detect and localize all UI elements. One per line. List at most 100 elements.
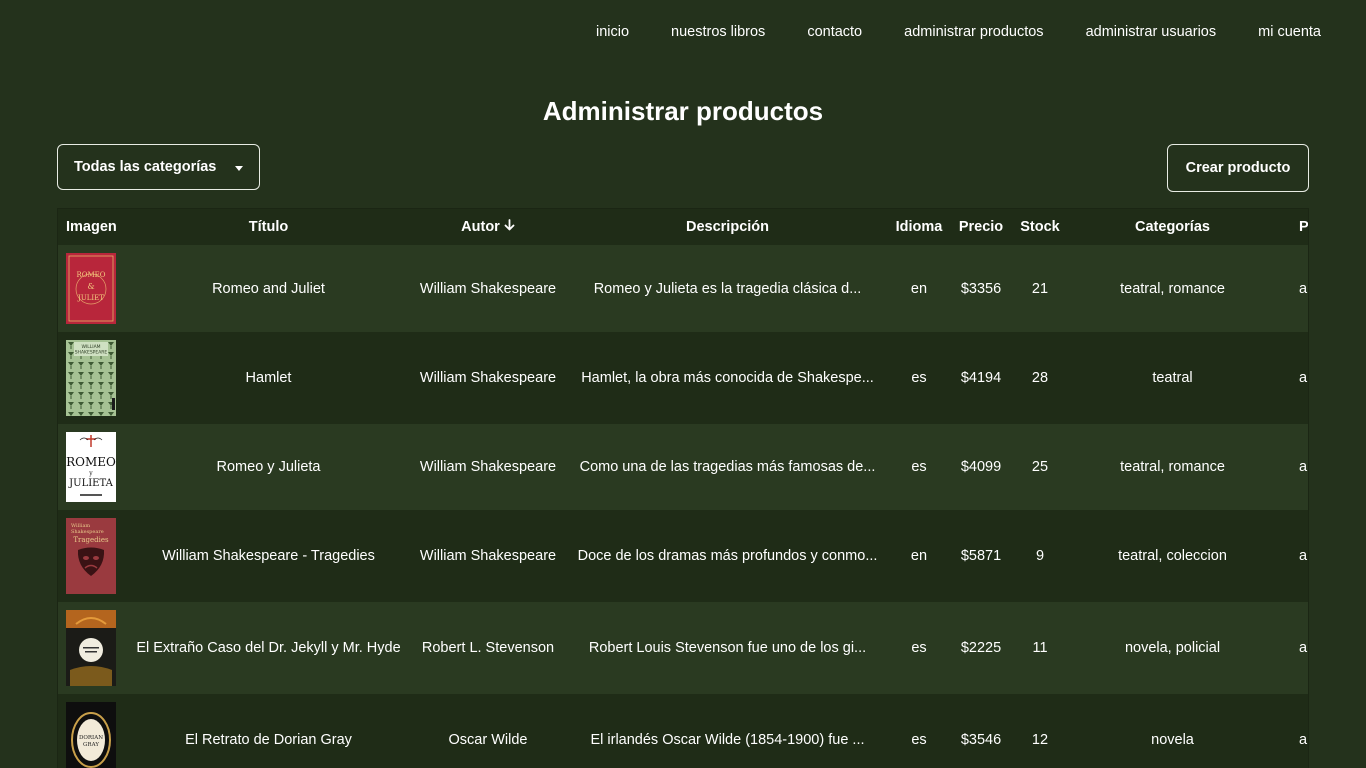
book-cover-image[interactable]: ROMEO y JULIETA bbox=[66, 432, 116, 502]
cell-extra: a bbox=[1280, 602, 1308, 694]
header-image: Imagen bbox=[58, 209, 125, 245]
cell-language: es bbox=[891, 694, 947, 768]
cell-price: $3546 bbox=[947, 694, 1015, 768]
svg-text:JULIET: JULIET bbox=[77, 294, 104, 302]
cell-title: Romeo y Julieta bbox=[125, 424, 412, 510]
svg-text:SHAKESPEARE: SHAKESPEARE bbox=[75, 350, 108, 356]
cell-description: El irlandés Oscar Wilde (1854-1900) fue … bbox=[564, 694, 891, 768]
cell-stock: 12 bbox=[1015, 694, 1065, 768]
svg-text:DORIAN: DORIAN bbox=[79, 735, 103, 741]
page-title: Administrar productos bbox=[542, 96, 824, 126]
cell-extra: a bbox=[1280, 332, 1308, 424]
table-row: WILLIAM SHAKESPEARE Hamlet William Shake… bbox=[58, 332, 1308, 424]
svg-text:y: y bbox=[88, 470, 93, 477]
cell-language: es bbox=[891, 332, 947, 424]
caret-down-icon bbox=[235, 166, 243, 171]
cell-description: Robert Louis Stevenson fue uno de los gi… bbox=[564, 602, 891, 694]
book-cover-image[interactable]: DORIAN GRAY bbox=[66, 702, 116, 768]
nav-link-nuestros-libros[interactable]: nuestros libros bbox=[671, 24, 765, 40]
table-row: DORIAN GRAY El Retrato de Dorian Gray Os… bbox=[58, 694, 1308, 768]
cell-stock: 11 bbox=[1015, 602, 1065, 694]
cell-author: William Shakespeare bbox=[412, 424, 564, 510]
header-categories[interactable]: Categorías bbox=[1065, 209, 1280, 245]
cell-extra: a bbox=[1280, 245, 1308, 332]
cell-title: William Shakespeare - Tragedies bbox=[125, 510, 412, 602]
table-header-row: Imagen Título Autor Descripción Idioma P… bbox=[58, 209, 1308, 245]
table-row: ROMEO y JULIETA Romeo y Julieta William … bbox=[58, 424, 1308, 510]
cell-categories: novela bbox=[1065, 694, 1280, 768]
svg-text:Shakespeare: Shakespeare bbox=[71, 529, 104, 535]
header-title[interactable]: Título bbox=[125, 209, 412, 245]
book-cover-image[interactable]: ROMEO & JULIET bbox=[66, 253, 116, 324]
cell-language: en bbox=[891, 510, 947, 602]
cell-title: Hamlet bbox=[125, 332, 412, 424]
cell-extra: a bbox=[1280, 424, 1308, 510]
create-product-button[interactable]: Crear producto bbox=[1167, 144, 1309, 192]
book-cover-image[interactable]: WILLIAM SHAKESPEARE bbox=[66, 340, 116, 416]
svg-text:ROMEO: ROMEO bbox=[66, 455, 116, 469]
cell-extra: a bbox=[1280, 694, 1308, 768]
cell-price: $4099 bbox=[947, 424, 1015, 510]
svg-text:Tragedies: Tragedies bbox=[73, 536, 109, 544]
table-row: El Extraño Caso del Dr. Jekyll y Mr. Hyd… bbox=[58, 602, 1308, 694]
nav-link-administrar-productos[interactable]: administrar productos bbox=[904, 24, 1043, 40]
cell-price: $2225 bbox=[947, 602, 1015, 694]
header-author[interactable]: Autor bbox=[412, 209, 564, 245]
book-cover-image[interactable] bbox=[66, 610, 116, 686]
nav-link-administrar-usuarios[interactable]: administrar usuarios bbox=[1086, 24, 1217, 40]
cell-categories: teatral bbox=[1065, 332, 1280, 424]
arrow-down-icon bbox=[504, 219, 515, 235]
cell-stock: 9 bbox=[1015, 510, 1065, 602]
cell-language: es bbox=[891, 424, 947, 510]
cell-title: El Extraño Caso del Dr. Jekyll y Mr. Hyd… bbox=[125, 602, 412, 694]
cell-stock: 25 bbox=[1015, 424, 1065, 510]
products-table-container[interactable]: Imagen Título Autor Descripción Idioma P… bbox=[57, 208, 1309, 768]
cell-price: $3356 bbox=[947, 245, 1015, 332]
description-text: Doce de los dramas más profundos y conmo… bbox=[577, 548, 878, 565]
book-cover-image[interactable]: William Shakespeare Tragedies bbox=[66, 518, 116, 594]
cell-language: en bbox=[891, 245, 947, 332]
header-stock[interactable]: Stock bbox=[1015, 209, 1065, 245]
svg-text:WILLIAM: WILLIAM bbox=[81, 344, 100, 350]
header-description[interactable]: Descripción bbox=[564, 209, 891, 245]
header-price[interactable]: Precio bbox=[947, 209, 1015, 245]
nav-link-contacto[interactable]: contacto bbox=[807, 24, 862, 40]
cell-stock: 28 bbox=[1015, 332, 1065, 424]
description-text: Robert Louis Stevenson fue uno de los gi… bbox=[588, 640, 867, 657]
cell-description: Romeo y Julieta es la tragedia clásica d… bbox=[564, 245, 891, 332]
cell-price: $4194 bbox=[947, 332, 1015, 424]
cell-description: Doce de los dramas más profundos y conmo… bbox=[564, 510, 891, 602]
cell-author: Robert L. Stevenson bbox=[412, 602, 564, 694]
svg-text:GRAY: GRAY bbox=[83, 742, 99, 748]
cell-language: es bbox=[891, 602, 947, 694]
cell-categories: teatral, romance bbox=[1065, 245, 1280, 332]
svg-text:&: & bbox=[87, 282, 94, 291]
cell-description: Hamlet, la obra más conocida de Shakespe… bbox=[564, 332, 891, 424]
cell-stock: 21 bbox=[1015, 245, 1065, 332]
cell-author: William Shakespeare bbox=[412, 332, 564, 424]
top-nav: inicio nuestros libros contacto administ… bbox=[596, 24, 1321, 40]
description-text: Hamlet, la obra más conocida de Shakespe… bbox=[581, 370, 874, 387]
header-author-label: Autor bbox=[461, 219, 500, 235]
cell-categories: teatral, romance bbox=[1065, 424, 1280, 510]
nav-link-inicio[interactable]: inicio bbox=[596, 24, 629, 40]
cell-author: William Shakespeare bbox=[412, 510, 564, 602]
table-row: ROMEO & JULIET Romeo and Juliet William … bbox=[58, 245, 1308, 332]
header-language[interactable]: Idioma bbox=[891, 209, 947, 245]
svg-text:JULIETA: JULIETA bbox=[68, 478, 113, 489]
description-text: El irlandés Oscar Wilde (1854-1900) fue … bbox=[590, 732, 865, 749]
cell-extra: a bbox=[1280, 510, 1308, 602]
description-text: Romeo y Julieta es la tragedia clásica d… bbox=[593, 280, 862, 297]
header-extra[interactable]: Pro bbox=[1280, 209, 1308, 245]
cell-author: Oscar Wilde bbox=[412, 694, 564, 768]
cell-categories: novela, policial bbox=[1065, 602, 1280, 694]
nav-link-mi-cuenta[interactable]: mi cuenta bbox=[1258, 24, 1321, 40]
cell-author: William Shakespeare bbox=[412, 245, 564, 332]
category-select[interactable]: Todas las categorías bbox=[57, 144, 260, 190]
cell-categories: teatral, coleccion bbox=[1065, 510, 1280, 602]
category-select-value: Todas las categorías bbox=[74, 159, 217, 175]
cell-title: Romeo and Juliet bbox=[125, 245, 412, 332]
products-table: Imagen Título Autor Descripción Idioma P… bbox=[58, 209, 1308, 768]
cell-description: Como una de las tragedias más famosas de… bbox=[564, 424, 891, 510]
svg-text:ROMEO: ROMEO bbox=[76, 271, 105, 279]
